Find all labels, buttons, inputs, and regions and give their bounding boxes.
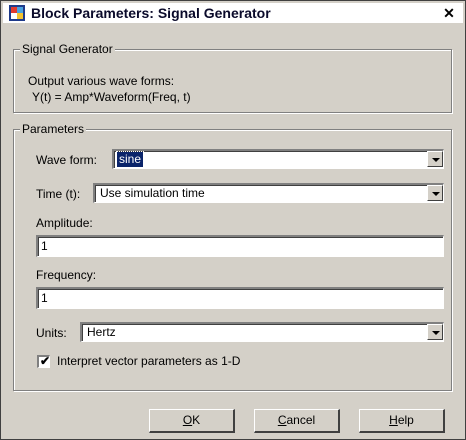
units-value: Hertz: [87, 325, 116, 339]
chevron-down-icon[interactable]: [427, 151, 443, 167]
interpret-vector-checkbox[interactable]: ✔: [37, 354, 51, 368]
check-icon: ✔: [40, 354, 51, 368]
ok-button[interactable]: OK: [149, 409, 235, 433]
simulink-block-icon: [9, 5, 25, 21]
units-select[interactable]: Hertz: [80, 322, 444, 342]
interpret-vector-label: Interpret vector parameters as 1-D: [57, 354, 241, 368]
block-description-line-2: Y(t) = Amp*Waveform(Freq, t): [32, 90, 191, 104]
frequency-field[interactable]: 1: [36, 287, 444, 309]
block-description-group: Signal Generator Output various wave for…: [13, 42, 452, 113]
time-label: Time (t):: [36, 187, 81, 201]
chevron-down-icon[interactable]: [427, 324, 443, 340]
amplitude-field[interactable]: 1: [36, 235, 444, 257]
time-select[interactable]: Use simulation time: [93, 183, 444, 203]
title-bar[interactable]: Block Parameters: Signal Generator ✕: [3, 3, 463, 23]
cancel-button[interactable]: Cancel: [254, 409, 340, 433]
block-description-line-1: Output various wave forms:: [28, 74, 175, 88]
time-value: Use simulation time: [100, 186, 205, 200]
parameters-group-title: Parameters: [20, 122, 87, 136]
wave-form-label: Wave form:: [36, 153, 97, 167]
units-label: Units:: [36, 326, 67, 340]
window-title: Block Parameters: Signal Generator: [31, 5, 271, 21]
help-button-label: elp: [397, 413, 414, 427]
ok-button-mnemonic: O: [182, 413, 193, 427]
block-description-group-title: Signal Generator: [20, 42, 115, 56]
ok-button-label: K: [192, 413, 201, 427]
wave-form-select[interactable]: sine: [112, 149, 444, 169]
block-parameters-dialog: Block Parameters: Signal Generator ✕ Sig…: [0, 0, 466, 440]
help-button-mnemonic: H: [389, 413, 398, 427]
frequency-label: Frequency:: [36, 268, 97, 282]
help-button[interactable]: Help: [359, 409, 445, 433]
cancel-button-label: ancel: [286, 413, 316, 427]
chevron-down-icon[interactable]: [427, 185, 443, 201]
amplitude-label: Amplitude:: [36, 216, 93, 230]
wave-form-value: sine: [115, 151, 145, 168]
close-icon[interactable]: ✕: [441, 5, 457, 21]
